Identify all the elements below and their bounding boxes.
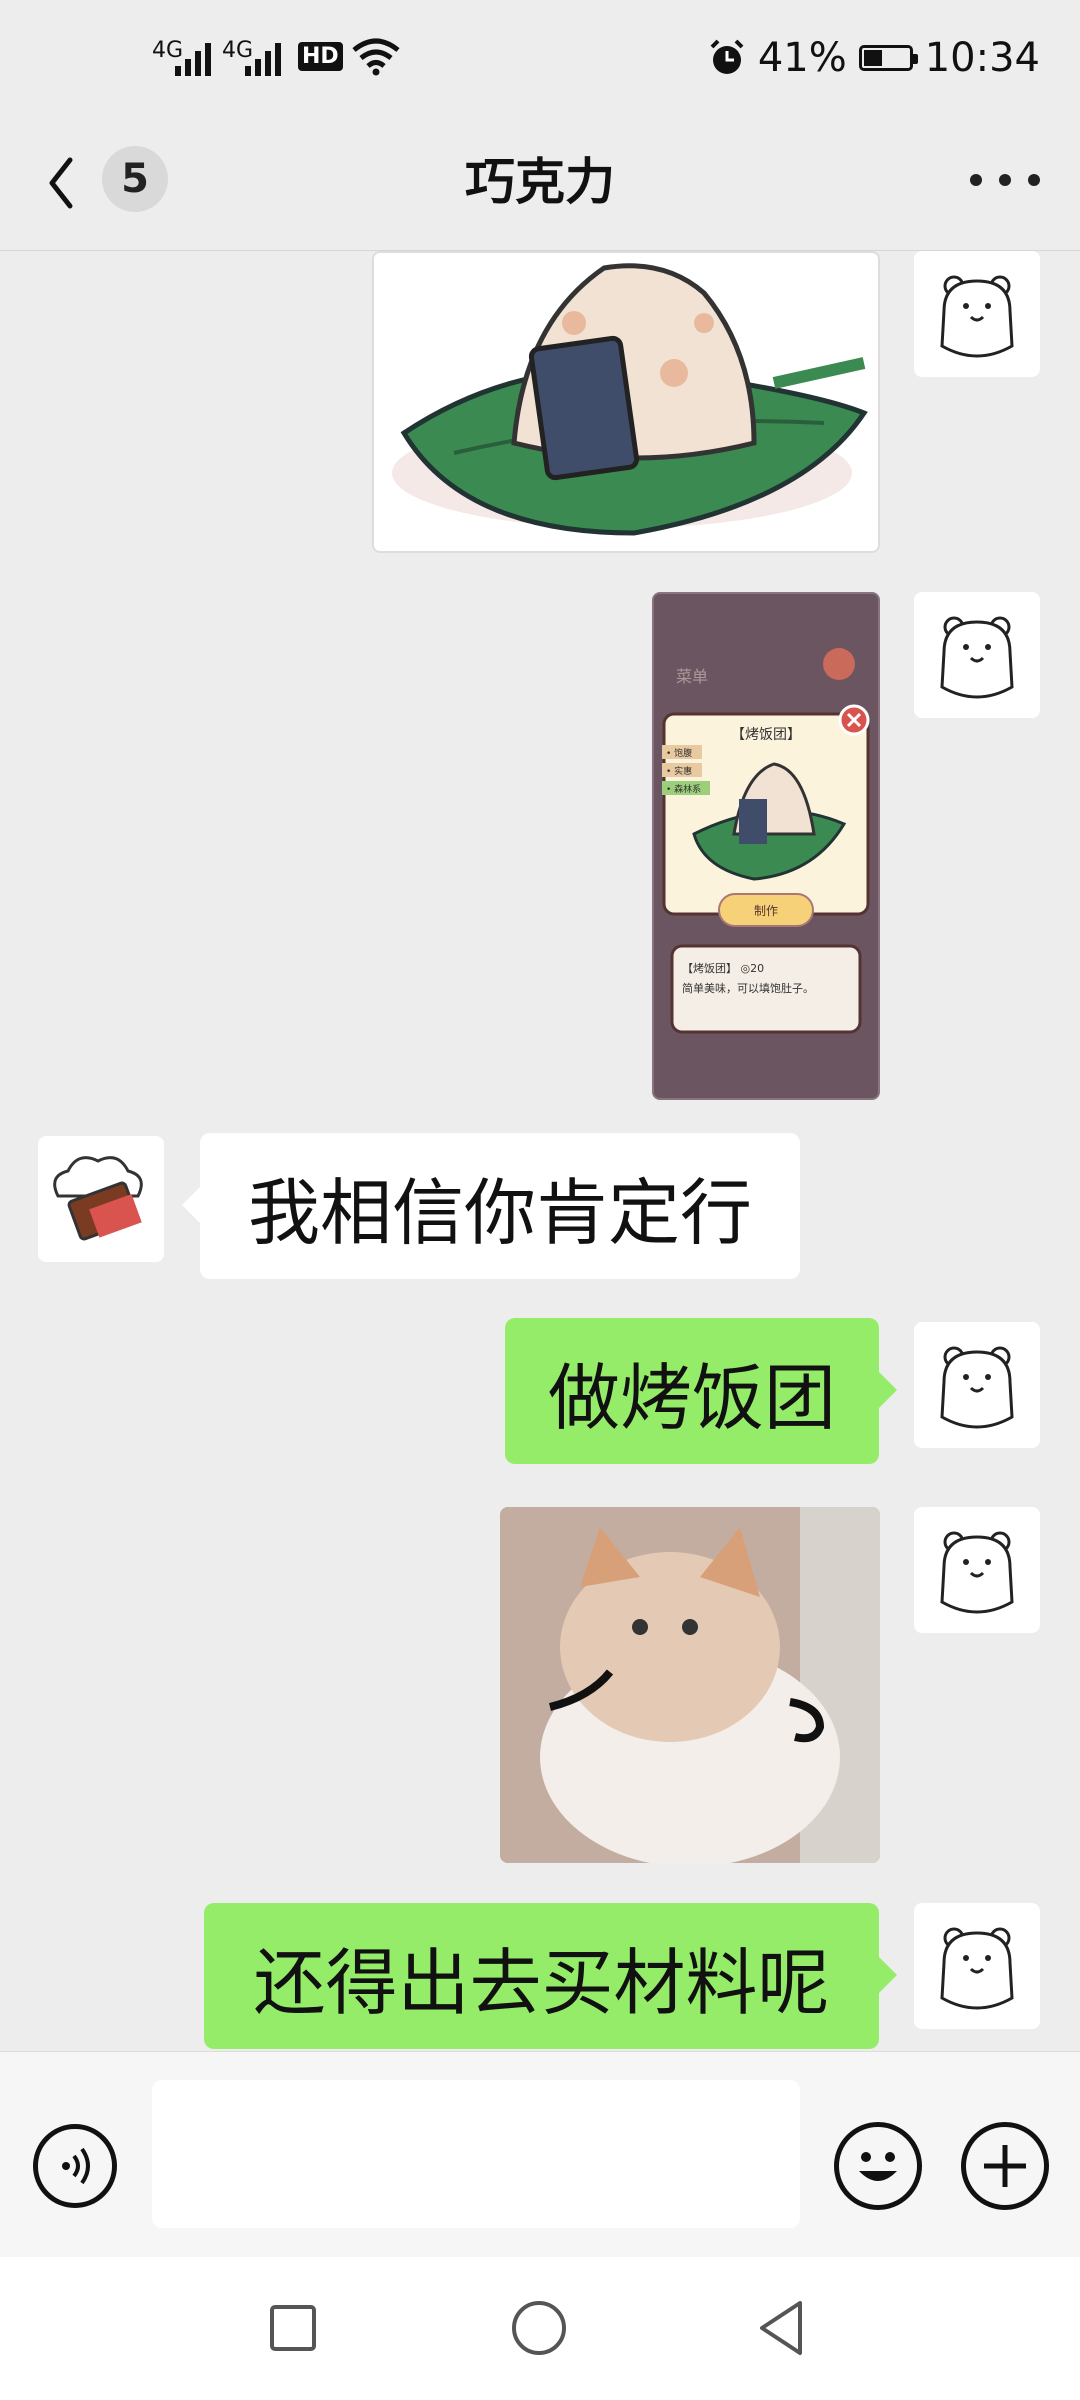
screenshot-tag: • 森林系 [666,783,701,795]
chat-header: 5 巧克力 [0,120,1080,251]
bear-avatar-icon [940,275,1014,358]
rice-ball-sticker [392,263,868,536]
image-message[interactable]: 菜单 【烤饭团】 • 饱腹 • 实惠 • 森林系 制作 【烤饭团】 ◎20 简单… [652,592,880,1100]
screenshot-tag: • 饱腹 [666,747,692,759]
signal-icon-2 [245,43,281,76]
screenshot-desc-line-1: 【烤饭团】 ◎20 [682,961,764,975]
bear-avatar-icon [940,1346,1014,1429]
wifi-icon [352,38,400,76]
bear-avatar-icon [940,1927,1014,2010]
screenshot-tag: • 实惠 [666,765,692,777]
battery-percent: 41% [757,35,847,81]
screenshot-menu-label: 菜单 [676,667,708,686]
voice-icon[interactable] [33,2124,117,2208]
nav-back-icon[interactable] [756,2299,806,2357]
avatar[interactable] [914,251,1040,377]
screenshot-item-title: 【烤饭团】 [731,727,801,743]
emoji-icon[interactable] [834,2122,922,2210]
more-icon[interactable] [970,160,1040,200]
screenshot-make-button: 制作 [754,904,778,918]
image-message[interactable] [500,1507,880,1863]
screenshot-desc-line-2: 简单美味，可以填饱肚子。 [682,981,814,995]
battery-fill [863,50,882,66]
image-message[interactable] [372,251,880,553]
chat-title: 巧克力 [465,153,615,211]
bear-avatar-icon [940,1531,1014,1614]
chocolate-avatar-icon [53,1156,143,1241]
game-screenshot-menu: 菜单 【烤饭团】 • 饱腹 • 实惠 • 森林系 制作 【烤饭团】 ◎20 简单… [654,594,878,1098]
avatar[interactable] [914,592,1040,718]
signal-icon-1 [175,43,211,76]
hd-badge: HD [298,42,343,71]
nav-home-icon[interactable] [512,2301,566,2355]
system-nav-bar [0,2257,1080,2400]
bear-avatar-icon [940,616,1014,699]
avatar[interactable] [914,1322,1040,1448]
plus-icon[interactable] [961,2122,1049,2210]
avatar[interactable] [38,1136,164,1262]
battery-icon [858,45,918,71]
message-list[interactable]: 菜单 【烤饭团】 • 饱腹 • 实惠 • 森林系 制作 【烤饭团】 ◎20 简单… [0,251,1080,2051]
avatar[interactable] [914,1507,1040,1633]
avatar[interactable] [914,1903,1040,2029]
clock: 10:34 [924,35,1040,81]
status-bar: 4G 4G HD 41% 10:34 [0,0,1080,120]
nav-recents-icon[interactable] [270,2305,316,2351]
message-bubble-outgoing[interactable]: 做烤饭团 [505,1318,897,1464]
alarm-icon [710,39,744,74]
input-bar [0,2051,1080,2258]
message-bubble-outgoing[interactable]: 还得出去买材料呢 [204,1903,897,2049]
message-input[interactable] [152,2080,800,2228]
message-bubble-incoming[interactable]: 我相信你肯定行 [182,1133,800,1279]
cat-meme-sticker [500,1507,880,1863]
